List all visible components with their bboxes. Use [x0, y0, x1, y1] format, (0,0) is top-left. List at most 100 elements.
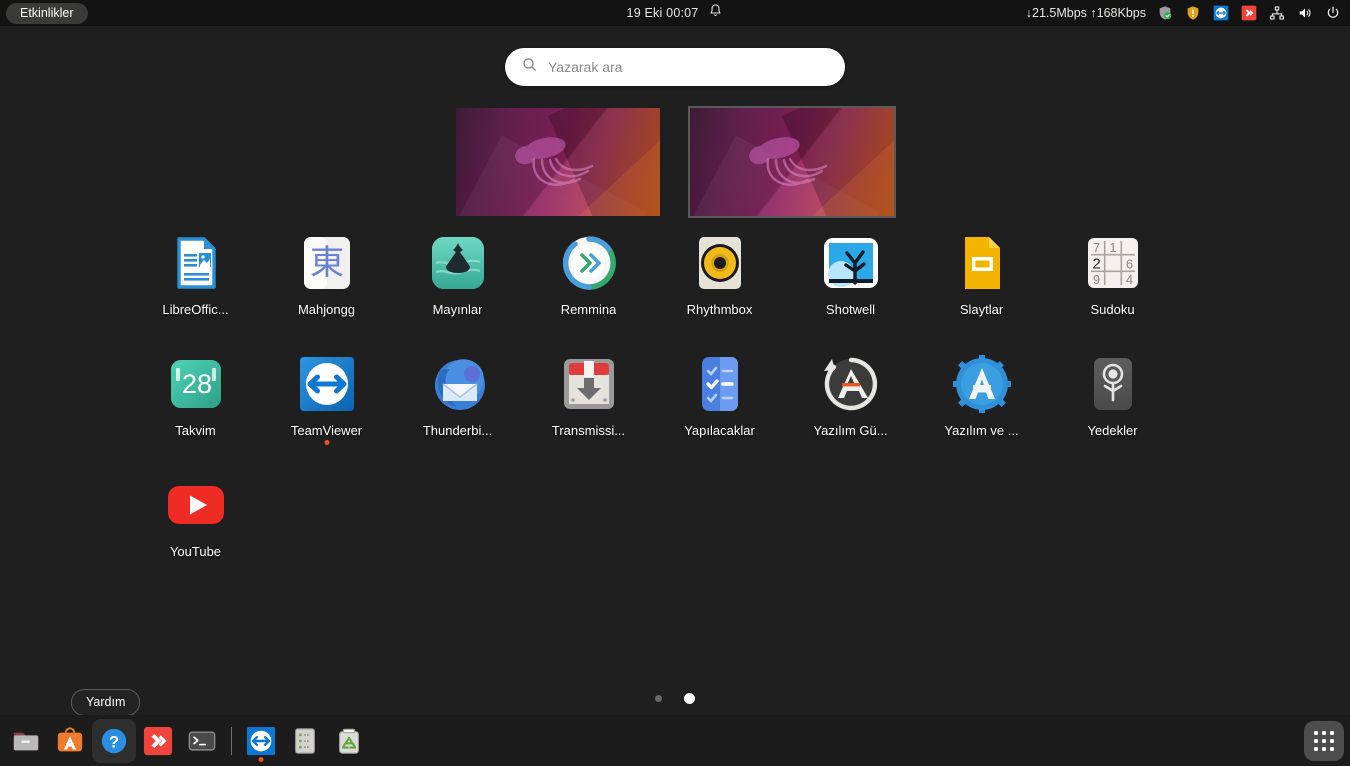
help-icon: ? [99, 726, 129, 756]
calendar-icon: 28 [166, 354, 226, 414]
search-input[interactable]: Yazarak ara [505, 48, 845, 86]
calendar-day: 28 [181, 369, 211, 399]
network-speed-label[interactable]: ↓21.5Mbps ↑168Kbps [1026, 6, 1146, 20]
app-icon-libreoffice[interactable]: LibreOffic... [130, 233, 261, 317]
app-icon-sudoku[interactable]: 7 1 2 6 9 4 Sudoku [1047, 233, 1178, 317]
app-label: Shotwell [826, 302, 875, 317]
dock-item-teamviewer[interactable] [239, 719, 283, 763]
page-dot-1[interactable] [655, 695, 662, 702]
app-label: Transmissi... [552, 423, 625, 438]
app-label: LibreOffic... [162, 302, 228, 317]
slides-icon [952, 233, 1012, 293]
app-icon-software-updates[interactable]: Yazılım ve ... [916, 354, 1047, 438]
running-indicator-dot [259, 757, 264, 762]
trash-icon [334, 726, 364, 756]
jellyfish-wallpaper-icon [498, 127, 618, 197]
anydesk-tray-icon[interactable] [1240, 4, 1258, 22]
anydesk-icon [143, 726, 173, 756]
app-label: Slaytlar [960, 302, 1003, 317]
teamviewer-icon [246, 726, 276, 756]
clock-label[interactable]: 19 Eki 00:07 [627, 6, 699, 20]
app-icon-todo[interactable]: Yapılacaklar [654, 354, 785, 438]
dock-item-disks[interactable] [283, 719, 327, 763]
workspace-switcher [0, 108, 1350, 216]
system-tray: ↓21.5Mbps ↑168Kbps [1026, 0, 1342, 26]
dock-items: ? [0, 719, 371, 763]
app-label: TeamViewer [291, 423, 362, 438]
app-label: Thunderbi... [423, 423, 492, 438]
terminal-icon [187, 726, 217, 756]
app-label: Yazılım Gü... [813, 423, 887, 438]
transmission-icon [559, 354, 619, 414]
app-icon-slides[interactable]: Slaytlar [916, 233, 1047, 317]
app-icon-software-updater[interactable]: Yazılım Gü... [785, 354, 916, 438]
app-icon-calendar[interactable]: 28 Takvim [130, 354, 261, 438]
svg-text:?: ? [109, 732, 119, 751]
search-area: Yazarak ara [0, 48, 1350, 86]
app-label: Sudoku [1090, 302, 1134, 317]
rhythmbox-icon [690, 233, 750, 293]
workspace-thumbnail-1[interactable] [456, 108, 660, 216]
app-icon-youtube[interactable]: YouTube [130, 475, 261, 559]
bell-icon[interactable] [708, 3, 723, 23]
network-icon[interactable] [1268, 4, 1286, 22]
dock-item-anydesk[interactable] [136, 719, 180, 763]
dock: ? [0, 715, 1350, 766]
software-updates-icon [952, 354, 1012, 414]
app-label: Rhythmbox [687, 302, 753, 317]
dock-item-help[interactable]: ? [92, 719, 136, 763]
app-icon-shotwell[interactable]: Shotwell [785, 233, 916, 317]
page-dot-2[interactable] [684, 693, 695, 704]
mahjongg-glyph: 東 [310, 243, 344, 283]
app-label: Yedekler [1087, 423, 1137, 438]
workspace-thumbnail-2[interactable] [690, 108, 894, 216]
app-label: Remmina [561, 302, 617, 317]
mines-icon [428, 233, 488, 293]
files-icon [11, 726, 41, 756]
app-icon-remmina[interactable]: Remmina [523, 233, 654, 317]
thunderbird-icon [428, 354, 488, 414]
teamviewer-icon [297, 354, 357, 414]
app-icon-rhythmbox[interactable]: Rhythmbox [654, 233, 785, 317]
app-label: Yazılım ve ... [944, 423, 1018, 438]
search-placeholder: Yazarak ara [548, 59, 622, 75]
dock-separator [231, 727, 232, 755]
app-icon-transmission[interactable]: Transmissi... [523, 354, 654, 438]
show-applications-button[interactable] [1304, 721, 1344, 761]
volume-icon[interactable] [1296, 4, 1314, 22]
backups-icon [1083, 354, 1143, 414]
disks-icon [290, 726, 320, 756]
app-icon-mines[interactable]: Mayınlar [392, 233, 523, 317]
grid-dots-icon [1314, 731, 1334, 751]
sudoku-cell: 2 [1092, 256, 1100, 273]
todo-icon [690, 354, 750, 414]
app-label: YouTube [170, 544, 221, 559]
dock-item-software[interactable] [48, 719, 92, 763]
top-bar: Etkinlikler 19 Eki 00:07 ↓21.5Mbps ↑168K… [0, 0, 1350, 26]
page-indicator [0, 693, 1350, 704]
dock-right-section [1304, 721, 1350, 761]
app-icon-teamviewer[interactable]: TeamViewer [261, 354, 392, 438]
sudoku-cell: 6 [1125, 257, 1132, 272]
app-label: Takvim [175, 423, 215, 438]
shotwell-icon [821, 233, 881, 293]
dock-item-trash[interactable] [327, 719, 371, 763]
dock-item-files[interactable] [4, 719, 48, 763]
shield-warning-icon[interactable] [1184, 4, 1202, 22]
sudoku-cell: 9 [1092, 272, 1099, 287]
search-icon [521, 56, 538, 78]
app-label: Mahjongg [298, 302, 355, 317]
activities-button[interactable]: Etkinlikler [6, 3, 88, 24]
shield-ok-icon[interactable] [1156, 4, 1174, 22]
libreoffice-icon [166, 233, 226, 293]
teamviewer-tray-icon[interactable] [1212, 4, 1230, 22]
software-updater-icon [821, 354, 881, 414]
sudoku-cell: 4 [1125, 272, 1132, 287]
power-icon[interactable] [1324, 4, 1342, 22]
app-icon-thunderbird[interactable]: Thunderbi... [392, 354, 523, 438]
jellyfish-wallpaper-icon [732, 127, 852, 197]
app-icon-backups[interactable]: Yedekler [1047, 354, 1178, 438]
activities-overview: Yazarak ara [0, 26, 1350, 766]
dock-item-terminal[interactable] [180, 719, 224, 763]
app-icon-mahjongg[interactable]: 東 Mahjongg [261, 233, 392, 317]
